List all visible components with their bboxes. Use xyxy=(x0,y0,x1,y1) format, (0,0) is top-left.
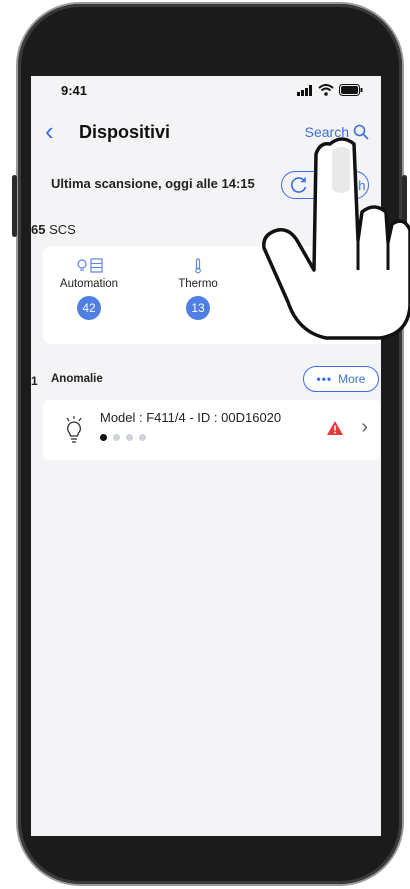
category-label: Thermo xyxy=(178,278,218,290)
status-bar: 9:41 xyxy=(31,76,381,106)
last-scan-time: , oggi alle 14:15 xyxy=(157,176,255,191)
thermometer-icon xyxy=(158,258,238,276)
category-label: Automation xyxy=(59,278,119,290)
pagination-dots xyxy=(100,434,146,441)
wifi-icon xyxy=(318,84,334,96)
page-dot xyxy=(113,434,120,441)
anomalies-label: Anomalie xyxy=(51,373,103,385)
page-dot xyxy=(126,434,133,441)
status-icons xyxy=(297,84,363,96)
signal-icon xyxy=(297,85,312,96)
back-button[interactable]: ‹ xyxy=(45,118,54,144)
device-list-item[interactable]: Model : F411/4 - ID : 00D16020 › xyxy=(43,400,380,460)
more-label: More xyxy=(338,372,366,386)
category-thermo[interactable]: Thermo 13 xyxy=(158,258,238,320)
category-automation[interactable]: Automation 42 xyxy=(49,258,129,320)
chevron-right-icon: › xyxy=(361,416,368,438)
device-count-system: SCS xyxy=(49,222,76,237)
page-title: Dispositivi xyxy=(79,122,171,142)
device-count-number: 65 xyxy=(31,222,46,237)
category-badge: 42 xyxy=(77,296,101,320)
warning-icon xyxy=(327,421,343,435)
battery-icon xyxy=(339,84,363,96)
status-time: 9:41 xyxy=(61,83,88,98)
category-badge: 13 xyxy=(186,296,210,320)
last-scan-label: Ultima scansione xyxy=(51,176,158,191)
anomalies-header: 1 Anomalie ••• More xyxy=(31,366,381,396)
page-dot-active xyxy=(100,434,107,441)
pointing-hand-icon xyxy=(262,137,410,340)
volume-button xyxy=(12,175,17,237)
last-scan-text: Ultima scansione, oggi alle 14:15 xyxy=(51,176,255,191)
more-button[interactable]: ••• More xyxy=(303,366,379,392)
lightbulb-icon xyxy=(66,416,82,443)
automation-icon xyxy=(49,258,129,276)
more-icon: ••• xyxy=(316,372,333,386)
device-count: 65 SCS xyxy=(31,222,76,237)
anomalies-count: 1 xyxy=(31,374,38,388)
page-dot xyxy=(139,434,146,441)
device-model-id: Model : F411/4 - ID : 00D16020 xyxy=(100,410,282,425)
